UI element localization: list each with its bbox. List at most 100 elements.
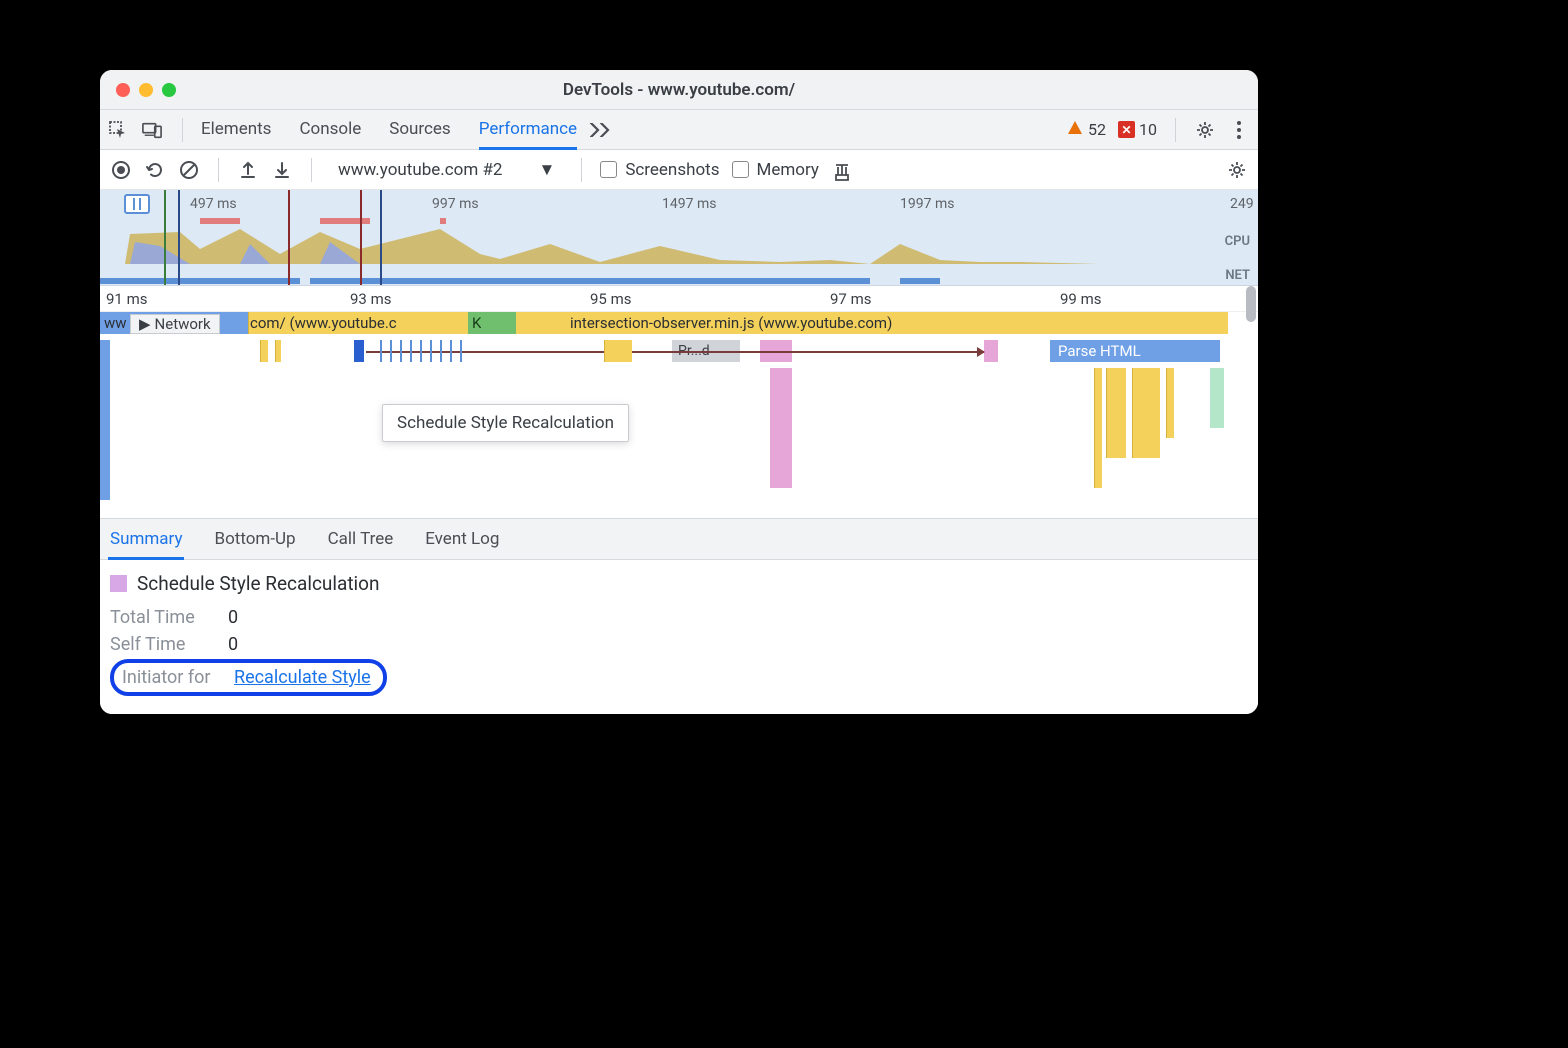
- overview-net-segment: [100, 278, 300, 284]
- tab-console[interactable]: Console: [299, 111, 361, 148]
- warning-icon: [1066, 119, 1084, 141]
- ruler-tick: 95 ms: [590, 290, 631, 308]
- summary-initiator-row: Initiator for Recalculate Style: [110, 659, 387, 696]
- overview-tick: 1997 ms: [900, 196, 954, 212]
- reload-button[interactable]: [144, 159, 166, 181]
- screenshots-checkbox[interactable]: [600, 161, 617, 178]
- flame-text: com/ (www.youtube.c: [250, 314, 397, 332]
- flame-ticks: [380, 340, 570, 362]
- minimize-window-button[interactable]: [139, 83, 153, 97]
- maximize-window-button[interactable]: [162, 83, 176, 97]
- tab-elements[interactable]: Elements: [201, 111, 271, 148]
- flame-block-selected[interactable]: [354, 340, 364, 362]
- flame-block[interactable]: [260, 340, 268, 362]
- screenshots-toggle[interactable]: Screenshots: [600, 160, 719, 180]
- recording-selector[interactable]: www.youtube.com #2 ▼: [330, 160, 563, 180]
- initiator-link[interactable]: Recalculate Style: [234, 667, 371, 688]
- self-time-label: Self Time: [110, 634, 210, 655]
- overview-tick: 1497 ms: [662, 196, 716, 212]
- tab-performance[interactable]: Performance: [479, 111, 577, 150]
- summary-self-time-row: Self Time 0: [110, 634, 1248, 655]
- overview-net-label: NET: [1225, 268, 1250, 283]
- flame-tooltip: Schedule Style Recalculation: [382, 404, 629, 442]
- inspect-element-icon[interactable]: [108, 120, 128, 140]
- details-tabs: Summary Bottom-Up Call Tree Event Log: [100, 518, 1258, 560]
- total-time-value: 0: [228, 607, 238, 628]
- collect-garbage-icon[interactable]: [831, 159, 853, 181]
- flame-block[interactable]: [1132, 368, 1160, 458]
- summary-event-title: Schedule Style Recalculation: [110, 572, 1248, 595]
- record-button[interactable]: [110, 159, 132, 181]
- overview-marker: [440, 218, 446, 224]
- kebab-menu-icon[interactable]: [1228, 119, 1250, 141]
- flame-text: Parse HTML: [1058, 342, 1141, 360]
- tab-sources[interactable]: Sources: [389, 111, 450, 148]
- overview-marker: [320, 218, 370, 224]
- memory-toggle[interactable]: Memory: [732, 160, 819, 180]
- devtools-window: DevTools - www.youtube.com/ Elements Con…: [100, 70, 1258, 714]
- tab-summary[interactable]: Summary: [108, 521, 184, 560]
- summary-panel: Schedule Style Recalculation Total Time …: [100, 560, 1258, 714]
- tab-bottom-up[interactable]: Bottom-Up: [212, 521, 297, 557]
- settings-icon[interactable]: [1194, 119, 1216, 141]
- panel-tabs: Elements Console Sources Performance: [201, 111, 577, 148]
- warnings-badge[interactable]: 52: [1066, 119, 1106, 141]
- close-window-button[interactable]: [116, 83, 130, 97]
- error-icon: ✕: [1118, 121, 1135, 138]
- initiator-label: Initiator for: [116, 667, 216, 688]
- total-time-label: Total Time: [110, 607, 210, 628]
- tab-event-log[interactable]: Event Log: [423, 521, 501, 557]
- errors-badge[interactable]: ✕ 10: [1118, 120, 1157, 139]
- self-time-value: 0: [228, 634, 238, 655]
- flame-block[interactable]: [1106, 368, 1126, 458]
- titlebar: DevTools - www.youtube.com/: [100, 70, 1258, 110]
- flame-block-layout[interactable]: [984, 340, 998, 362]
- memory-checkbox[interactable]: [732, 161, 749, 178]
- flame-block[interactable]: [1094, 368, 1102, 488]
- more-tabs-chevron-icon[interactable]: [589, 118, 611, 142]
- flame-block[interactable]: [275, 340, 281, 362]
- flame-text: intersection-observer.min.js (www.youtub…: [570, 314, 892, 332]
- tab-call-tree[interactable]: Call Tree: [326, 521, 396, 557]
- ruler-tick: 97 ms: [830, 290, 871, 308]
- summary-event-name: Schedule Style Recalculation: [137, 572, 379, 595]
- ruler-tick: 91 ms: [106, 290, 147, 308]
- clear-button[interactable]: [178, 159, 200, 181]
- overview-vline: [288, 190, 290, 285]
- memory-label: Memory: [757, 160, 819, 180]
- overview-tick: 249: [1230, 196, 1254, 212]
- flame-block-loading[interactable]: [100, 340, 110, 500]
- flame-scrollbar[interactable]: [1246, 286, 1256, 518]
- event-color-swatch: [110, 575, 127, 592]
- flame-block[interactable]: [1166, 368, 1174, 438]
- flame-block[interactable]: [604, 340, 632, 362]
- chevron-right-icon: ▶: [139, 315, 151, 333]
- flame-block-layout[interactable]: [770, 368, 792, 488]
- flame-track: Pr...d Parse HTML: [100, 340, 1258, 368]
- download-profile-icon[interactable]: [271, 159, 293, 181]
- overview-net-segment: [310, 278, 870, 284]
- ruler-tick: 99 ms: [1060, 290, 1101, 308]
- overview-cpu-chart: [100, 224, 1258, 264]
- overview-vline: [360, 190, 362, 285]
- flame-ruler: 91 ms 93 ms 95 ms 97 ms 99 ms: [100, 286, 1258, 312]
- overview-vline: [164, 190, 166, 285]
- device-toolbar-icon[interactable]: [142, 120, 162, 140]
- overview-marker: [200, 218, 240, 224]
- flame-text: K: [472, 314, 481, 332]
- upload-profile-icon[interactable]: [237, 159, 259, 181]
- overview-net-segment: [900, 278, 940, 284]
- flame-chart[interactable]: 91 ms 93 ms 95 ms 97 ms 99 ms ww com/ (w…: [100, 286, 1258, 518]
- warnings-count: 52: [1088, 120, 1106, 139]
- flame-block-system[interactable]: [1210, 368, 1224, 428]
- timeline-overview[interactable]: 497 ms 997 ms 1497 ms 1997 ms 249 CPU NE…: [100, 190, 1258, 286]
- window-title: DevTools - www.youtube.com/: [563, 80, 795, 100]
- network-track-toggle[interactable]: ▶ Network: [130, 314, 220, 334]
- network-track-label: Network: [155, 315, 211, 333]
- capture-settings-icon[interactable]: [1226, 159, 1248, 181]
- summary-total-time-row: Total Time 0: [110, 607, 1248, 628]
- overview-tick: 997 ms: [432, 196, 479, 212]
- dropdown-chevron-icon: ▼: [538, 160, 555, 180]
- ruler-tick: 93 ms: [350, 290, 391, 308]
- scrollbar-thumb[interactable]: [1246, 286, 1256, 322]
